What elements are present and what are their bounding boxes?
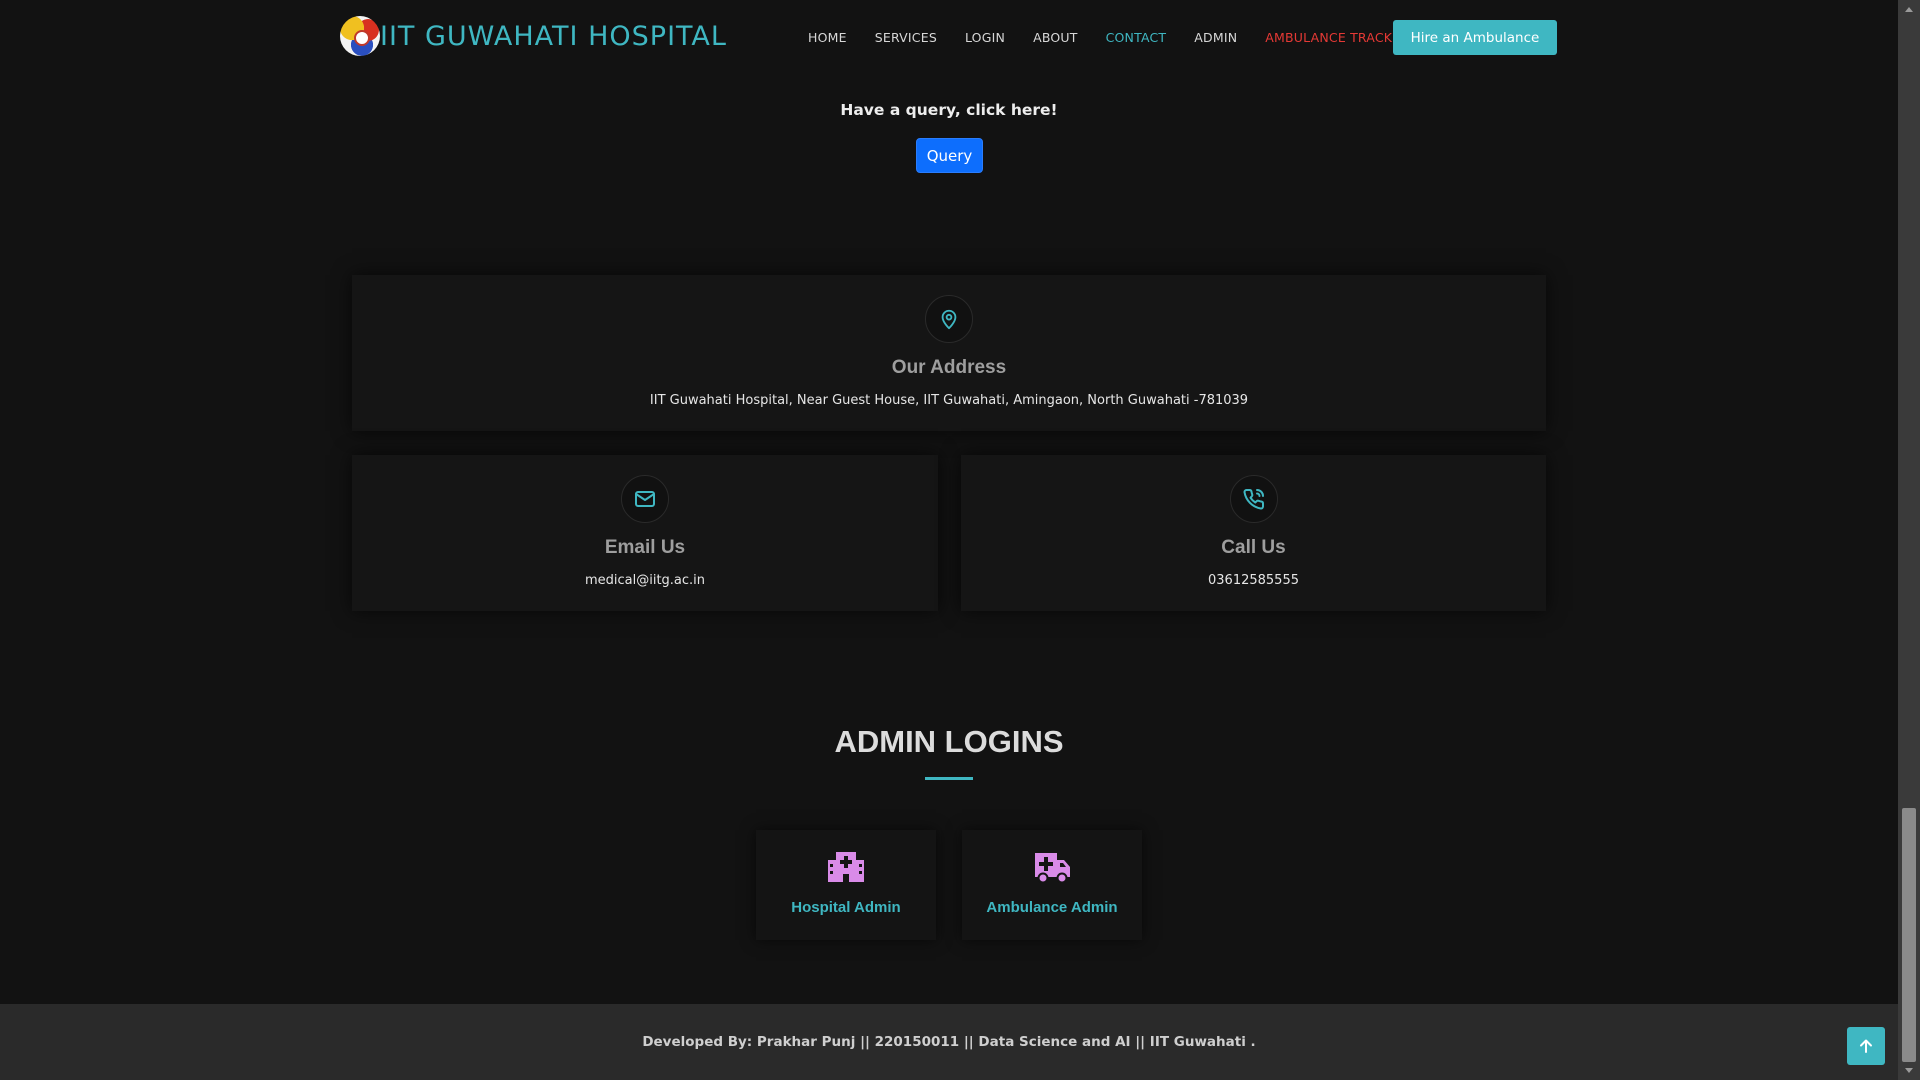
hire-ambulance-button[interactable]: Hire an Ambulance [1393,20,1557,55]
address-title: Our Address [891,357,1007,378]
page-scrollbar[interactable] [1898,0,1920,1080]
ambulance-admin-card[interactable]: Ambulance Admin [962,830,1142,940]
nav-login[interactable]: LOGIN [965,30,1005,45]
site-header: IIT GUWAHATI HOSPITAL HOME SERVICES LOGI… [0,0,1898,74]
brand[interactable]: IIT GUWAHATI HOSPITAL [340,16,727,56]
scroll-down-arrow-icon[interactable] [1898,1062,1920,1080]
arrow-up-icon [1860,1039,1872,1053]
hospital-admin-card[interactable]: Hospital Admin [756,830,936,940]
main-nav: HOME SERVICES LOGIN ABOUT CONTACT ADMIN … [808,0,1444,74]
admin-logins-heading: ADMIN LOGINS [834,724,1064,759]
site-title: IIT GUWAHATI HOSPITAL [380,20,727,52]
scrollbar-thumb[interactable] [1902,808,1916,1062]
query-button[interactable]: Query [916,138,983,173]
hospital-admin-label: Hospital Admin [791,899,901,916]
envelope-icon [621,475,669,523]
address-card: Our Address IIT Guwahati Hospital, Near … [352,275,1546,431]
email-title: Email Us [604,537,686,558]
footer-credits: Developed By: Prakhar Punj || 220150011 … [642,1034,1256,1050]
email-text[interactable]: medical@iitg.ac.in [352,573,938,588]
map-pin-icon [925,295,973,343]
phone-icon [1229,475,1278,523]
back-to-top-button[interactable] [1847,1027,1885,1065]
call-title: Call Us [1221,537,1286,558]
scroll-up-arrow-icon[interactable] [1898,0,1920,18]
iitg-logo-icon [340,16,380,56]
call-card: Call Us 03612585555 [961,455,1546,611]
email-card: Email Us medical@iitg.ac.in [352,455,938,611]
nav-contact[interactable]: CONTACT [1106,30,1167,45]
address-text: IIT Guwahati Hospital, Near Guest House,… [649,393,1249,408]
call-text[interactable]: 03612585555 [961,573,1546,588]
nav-home[interactable]: HOME [808,30,847,45]
ambulance-admin-label: Ambulance Admin [986,899,1118,916]
heading-underline [925,777,973,780]
ambulance-icon [1032,853,1072,888]
nav-admin[interactable]: ADMIN [1194,30,1237,45]
query-prompt: Have a query, click here! [840,101,1058,119]
nav-about[interactable]: ABOUT [1033,30,1078,45]
nav-services[interactable]: SERVICES [875,30,937,45]
site-footer: Developed By: Prakhar Punj || 220150011 … [0,1004,1898,1080]
hospital-icon [826,852,866,888]
